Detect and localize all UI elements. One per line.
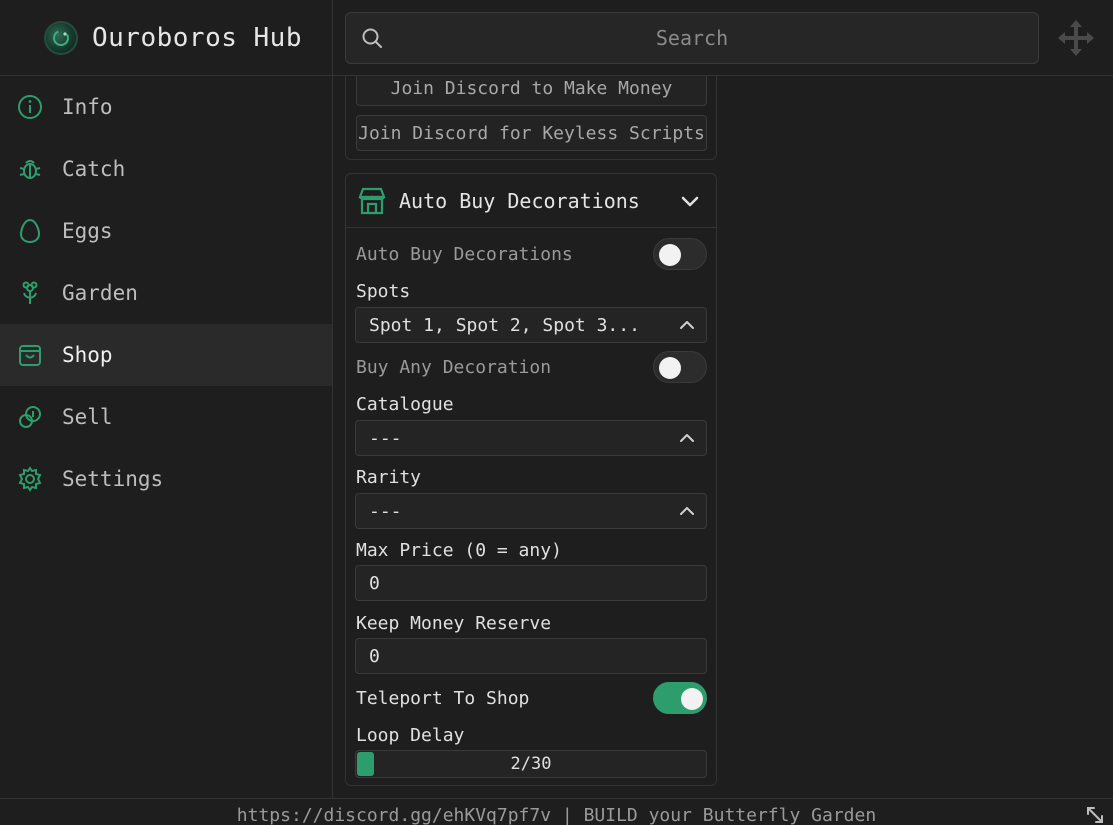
search-icon [362, 28, 382, 48]
auto-buy-decorations-card: Auto Buy Decorations Auto Buy Decoration… [345, 173, 717, 786]
buy-any-toggle[interactable] [653, 351, 707, 383]
footer-bar: https://discord.gg/ehKVq7pf7v | BUILD yo… [0, 798, 1113, 825]
teleport-toggle[interactable] [653, 682, 707, 714]
teleport-label: Teleport To Shop [356, 688, 530, 709]
chevron-up-icon [680, 434, 694, 442]
sidebar-item-label: Catch [62, 157, 126, 181]
auto-buy-label: Auto Buy Decorations [356, 244, 573, 265]
footer-text: https://discord.gg/ehKVq7pf7v | BUILD yo… [236, 805, 877, 825]
flower-icon [16, 279, 44, 307]
egg-icon [16, 217, 44, 245]
shopping-bag-icon [16, 341, 44, 369]
join-discord-money-button[interactable]: Join Discord to Make Money [356, 76, 707, 106]
resize-icon[interactable] [1085, 805, 1105, 825]
app-window: Ouroboros Hub Info [0, 0, 1113, 825]
info-icon [16, 93, 44, 121]
buy-any-label: Buy Any Decoration [356, 357, 552, 378]
sidebar-item-info[interactable]: Info [0, 76, 332, 138]
catalogue-label: Catalogue [356, 394, 454, 415]
brand: Ouroboros Hub [0, 0, 333, 76]
max-price-label: Max Price (0 = any) [356, 540, 562, 561]
sidebar-item-shop[interactable]: Shop [0, 324, 332, 386]
sidebar-item-label: Settings [62, 467, 164, 491]
discord-links-card: Join Discord to Make Money Join Discord … [345, 76, 717, 160]
loop-delay-label: Loop Delay [356, 725, 465, 746]
ouroboros-logo-icon [44, 21, 78, 55]
slider-value: 2/30 [510, 754, 552, 774]
section-header[interactable]: Auto Buy Decorations [346, 174, 716, 228]
sidebar-item-garden[interactable]: Garden [0, 262, 332, 324]
catalogue-select[interactable]: --- [355, 420, 707, 456]
sidebar-item-label: Info [62, 95, 113, 119]
coins-icon [16, 403, 44, 431]
sidebar: Info Catch Eggs Garden Shop Sell Setting… [0, 76, 333, 798]
top-bar: Ouroboros Hub [0, 0, 1113, 76]
move-icon[interactable] [1056, 18, 1096, 58]
gear-icon [16, 465, 44, 493]
search-bar[interactable] [345, 12, 1039, 64]
rarity-select[interactable]: --- [355, 493, 707, 529]
chevron-up-icon [680, 321, 694, 329]
reserve-label: Keep Money Reserve [356, 613, 552, 634]
sidebar-item-label: Shop [62, 343, 113, 367]
sidebar-item-label: Sell [62, 405, 113, 429]
sidebar-item-sell[interactable]: Sell [0, 386, 332, 448]
rarity-label: Rarity [356, 467, 422, 488]
spots-select[interactable]: Spot 1, Spot 2, Spot 3... [355, 307, 707, 343]
sidebar-item-catch[interactable]: Catch [0, 138, 332, 200]
catalogue-value: --- [369, 427, 402, 449]
spots-value: Spot 1, Spot 2, Spot 3... [369, 314, 640, 336]
content-panel[interactable]: Join Discord to Make Money Join Discord … [334, 76, 1113, 798]
sidebar-item-label: Eggs [62, 219, 113, 243]
max-price-input[interactable] [369, 572, 706, 594]
sidebar-item-eggs[interactable]: Eggs [0, 200, 332, 262]
bug-icon [16, 155, 44, 183]
reserve-input[interactable] [369, 645, 706, 667]
toggle-knob [681, 688, 703, 710]
loop-delay-slider[interactable]: 2/30 [355, 750, 707, 778]
join-discord-keyless-button[interactable]: Join Discord for Keyless Scripts [356, 115, 707, 151]
chevron-down-icon[interactable] [678, 189, 702, 213]
search-input[interactable] [346, 13, 1038, 63]
auto-buy-toggle[interactable] [653, 238, 707, 270]
spots-label: Spots [356, 281, 411, 302]
rarity-value: --- [369, 500, 402, 522]
sidebar-item-settings[interactable]: Settings [0, 448, 332, 510]
toggle-knob [659, 357, 681, 379]
max-price-field[interactable] [355, 565, 707, 601]
chevron-up-icon [680, 507, 694, 515]
reserve-field[interactable] [355, 638, 707, 674]
sidebar-item-label: Garden [62, 281, 138, 305]
app-title: Ouroboros Hub [92, 23, 302, 53]
section-title: Auto Buy Decorations [399, 188, 640, 213]
toggle-knob [659, 244, 681, 266]
store-icon [358, 187, 386, 214]
